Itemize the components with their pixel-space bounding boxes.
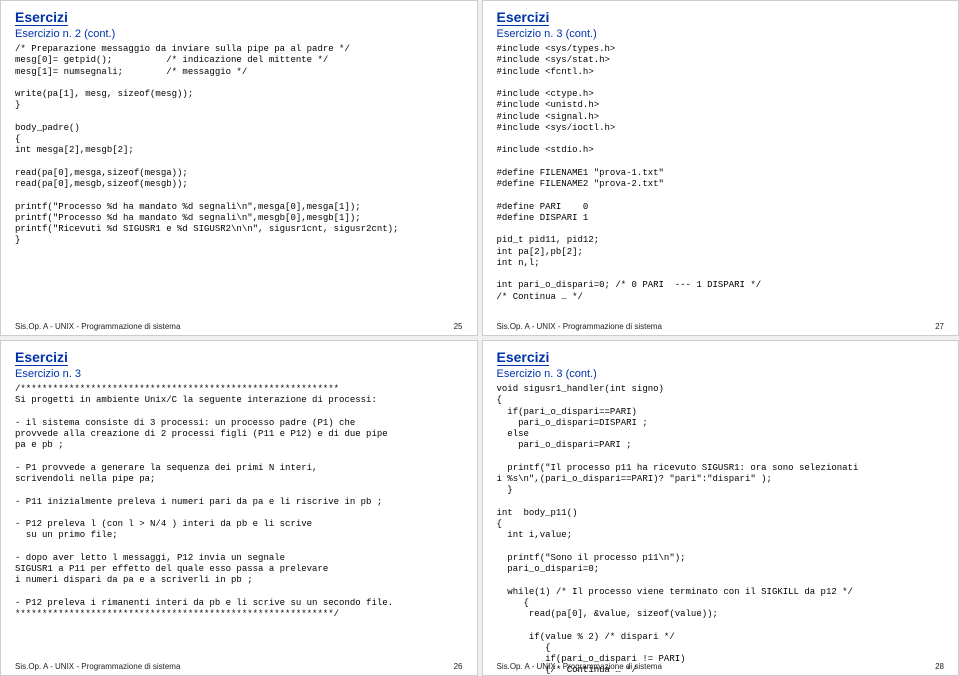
page-number: 27 xyxy=(935,322,944,331)
slide-25: Esercizi Esercizio n. 2 (cont.) /* Prepa… xyxy=(0,0,478,336)
code-block: void sigusr1_handler(int signo) { if(par… xyxy=(497,384,945,676)
slide-footer: Sis.Op. A - UNIX - Programmazione di sis… xyxy=(15,662,463,671)
page-number: 25 xyxy=(454,322,463,331)
slide-subtitle: Esercizio n. 3 (cont.) xyxy=(497,368,945,380)
slide-28: Esercizi Esercizio n. 3 (cont.) void sig… xyxy=(482,340,959,676)
slide-subtitle: Esercizio n. 3 xyxy=(15,368,463,380)
slide-heading: Esercizi xyxy=(15,349,68,366)
page-number: 26 xyxy=(454,662,463,671)
slide-subtitle: Esercizio n. 3 (cont.) xyxy=(497,28,945,40)
code-block: #include <sys/types.h> #include <sys/sta… xyxy=(497,44,945,303)
slide-footer: Sis.Op. A - UNIX - Programmazione di sis… xyxy=(497,322,945,331)
slide-footer: Sis.Op. A - UNIX - Programmazione di sis… xyxy=(15,322,463,331)
slide-heading: Esercizi xyxy=(497,9,550,26)
slide-subtitle: Esercizio n. 2 (cont.) xyxy=(15,28,463,40)
footer-text: Sis.Op. A - UNIX - Programmazione di sis… xyxy=(497,662,662,671)
footer-text: Sis.Op. A - UNIX - Programmazione di sis… xyxy=(15,662,180,671)
code-block: /* Preparazione messaggio da inviare sul… xyxy=(15,44,463,247)
slide-heading: Esercizi xyxy=(497,349,550,366)
footer-text: Sis.Op. A - UNIX - Programmazione di sis… xyxy=(497,322,662,331)
slide-26: Esercizi Esercizio n. 3 /***************… xyxy=(0,340,478,676)
footer-text: Sis.Op. A - UNIX - Programmazione di sis… xyxy=(15,322,180,331)
page-number: 28 xyxy=(935,662,944,671)
slide-27: Esercizi Esercizio n. 3 (cont.) #include… xyxy=(482,0,959,336)
slide-heading: Esercizi xyxy=(15,9,68,26)
code-block: /***************************************… xyxy=(15,384,463,620)
slide-footer: Sis.Op. A - UNIX - Programmazione di sis… xyxy=(497,662,945,671)
